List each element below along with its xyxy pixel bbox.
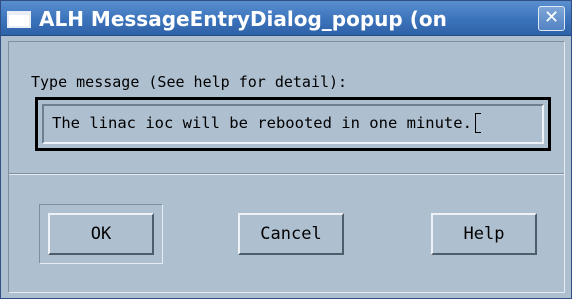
cancel-button[interactable]: Cancel [238, 213, 344, 255]
text-cursor-icon [474, 112, 481, 133]
help-button[interactable]: Help [431, 213, 537, 255]
close-icon[interactable]: ✕ [538, 6, 565, 31]
message-field-focus-frame: The linac ioc will be rebooted in one mi… [35, 97, 551, 151]
message-input[interactable]: The linac ioc will be rebooted in one mi… [42, 104, 544, 144]
title-bar[interactable]: ALH MessageEntryDialog_popup (on ✕ [1, 1, 571, 36]
message-prompt-label: Type message (See help for detail): [31, 73, 348, 91]
dialog-window: ALH MessageEntryDialog_popup (on ✕ Type … [0, 0, 572, 299]
window-title: ALH MessageEntryDialog_popup (on [39, 7, 447, 31]
message-input-text: The linac ioc will be rebooted in one mi… [52, 114, 472, 132]
separator [9, 173, 564, 175]
ok-button[interactable]: OK [48, 213, 154, 255]
window-icon[interactable] [7, 11, 31, 28]
